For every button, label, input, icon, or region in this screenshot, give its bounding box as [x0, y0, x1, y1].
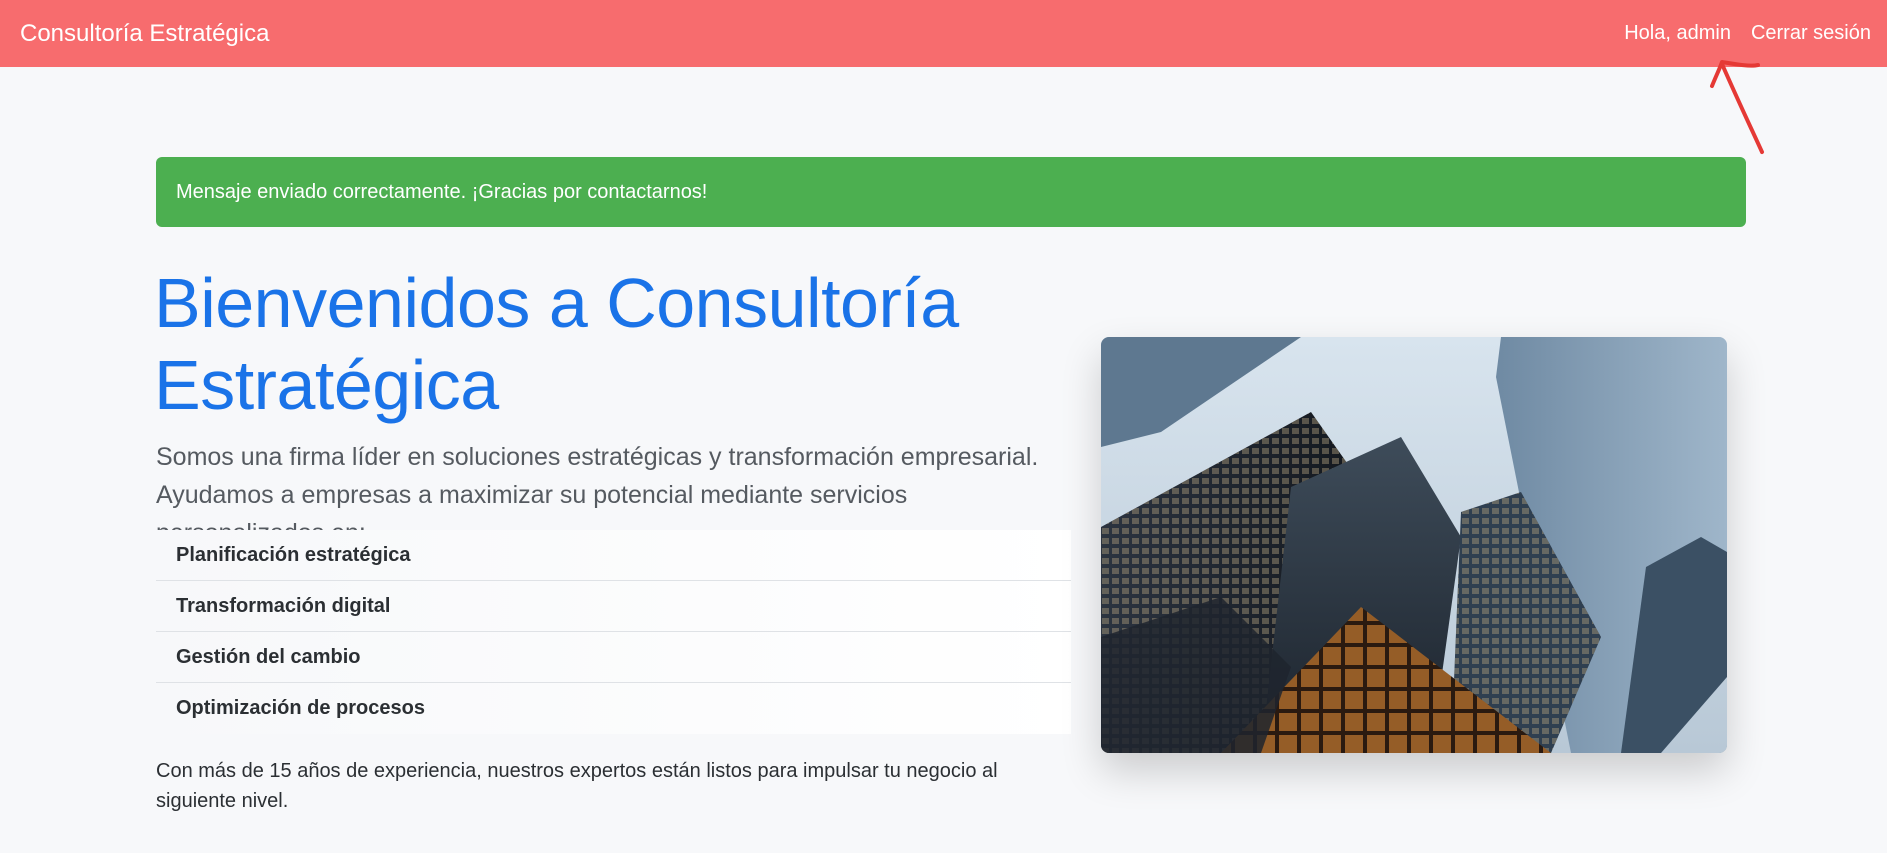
- list-item: Planificación estratégica: [156, 530, 1071, 581]
- red-arrow-annotation-icon: [1710, 60, 1764, 154]
- greeting-text: Hola, admin: [1624, 22, 1731, 44]
- nav-user-area: Hola, admin Cerrar sesión: [1624, 22, 1871, 45]
- alert-message: Mensaje enviado correctamente. ¡Gracias …: [176, 180, 708, 203]
- list-item: Optimización de procesos: [156, 683, 1071, 734]
- page-title: Bienvenidos a Consultoría Estratégica: [154, 262, 1074, 426]
- logout-link[interactable]: Cerrar sesión: [1751, 22, 1871, 45]
- experience-paragraph: Con más de 15 años de experiencia, nuest…: [156, 760, 998, 812]
- services-list: Planificación estratégica Transformación…: [156, 530, 1071, 734]
- skyscrapers-image: [1101, 337, 1727, 753]
- brand-link[interactable]: Consultoría Estratégica: [20, 20, 269, 48]
- list-item: Transformación digital: [156, 581, 1071, 632]
- page-title-line-2: Estratégica: [154, 346, 499, 424]
- lead-line-1: Somos una firma líder en soluciones estr…: [156, 443, 1039, 471]
- page-title-line-1: Bienvenidos a Consultoría: [154, 264, 959, 342]
- skyscrapers-illustration: [1101, 337, 1727, 753]
- top-navbar: Consultoría Estratégica Hola, admin Cerr…: [0, 0, 1887, 67]
- success-alert: Mensaje enviado correctamente. ¡Gracias …: [156, 157, 1746, 227]
- list-item: Gestión del cambio: [156, 632, 1071, 683]
